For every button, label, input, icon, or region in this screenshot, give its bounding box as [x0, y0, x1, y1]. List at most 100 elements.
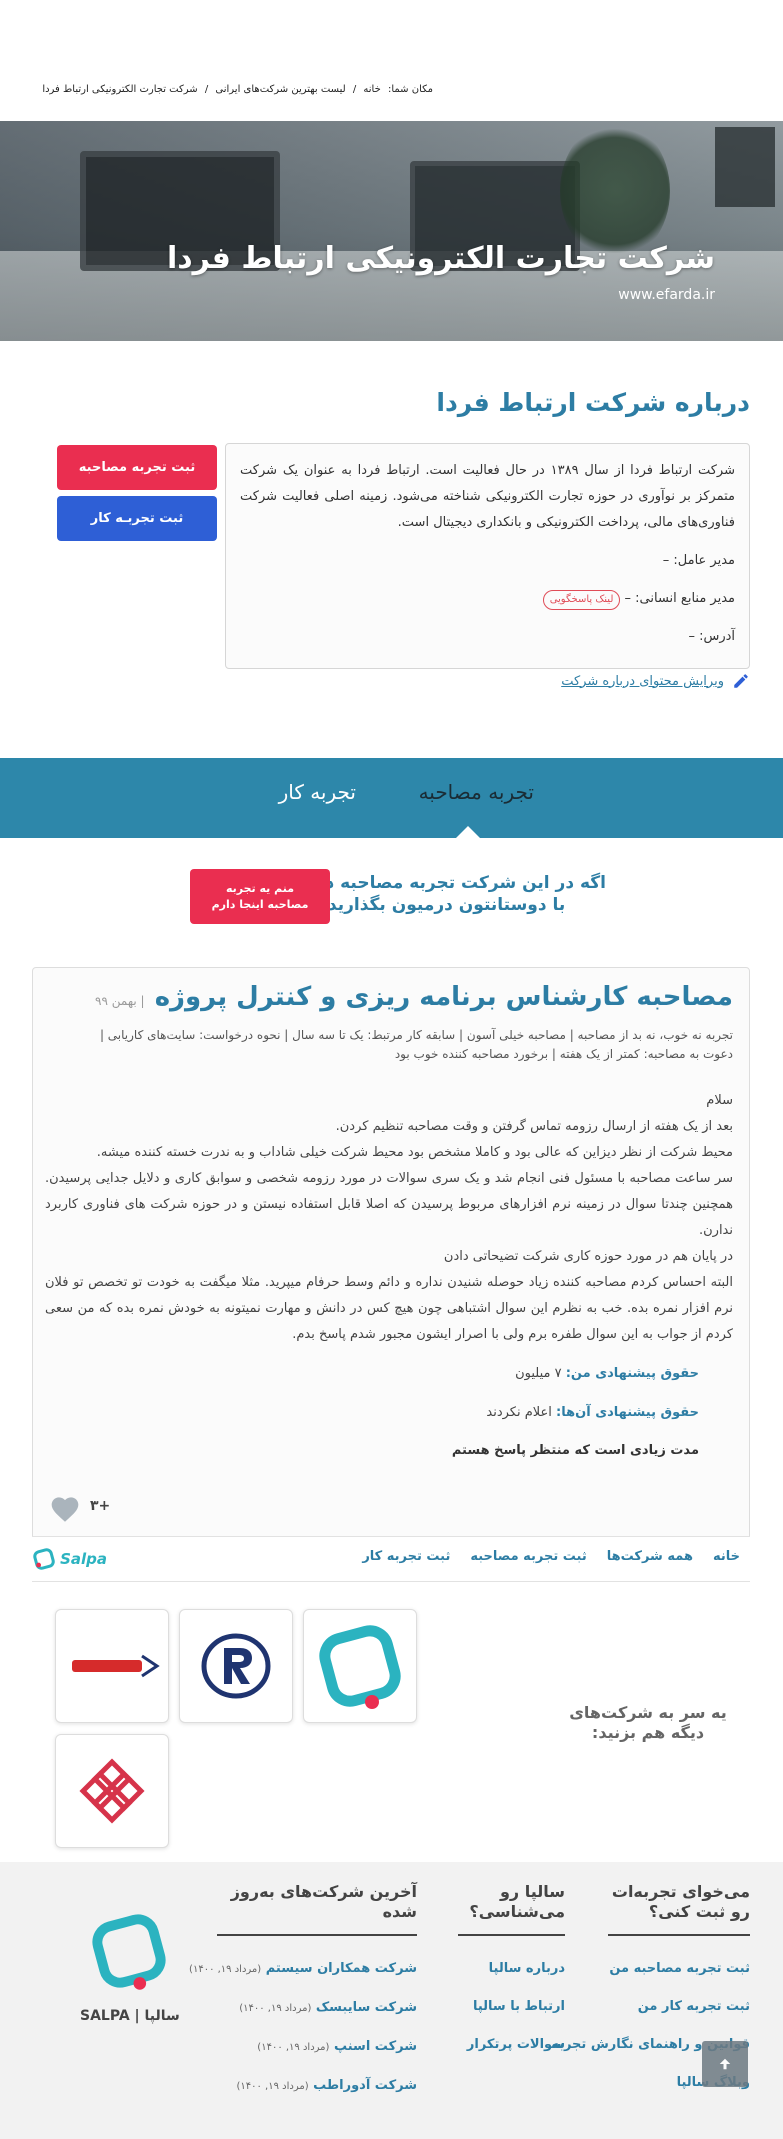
footer-company[interactable]: شرکت سایبسک (مرداد ۱۹, ۱۴۰۰): [217, 1989, 417, 2028]
more-companies-title: یه سر به شرکت‌های دیگه هم بزنید:: [569, 1703, 727, 1742]
company-title: شرکت تجارت الکترونیکی ارتباط فردا: [166, 241, 715, 276]
about-box: شرکت ارتباط فردا از سال ۱۳۸۹ در حال فعال…: [225, 443, 750, 669]
salpa-logo[interactable]: Salpa: [32, 1543, 107, 1575]
footer-link-work[interactable]: ثبت تجربه کار من: [608, 1988, 750, 2026]
review-paragraph: در پایان هم در مورد حوزه کاری شرکت تضیحا…: [443, 1249, 733, 1264]
like-count: +۳: [90, 1498, 111, 1514]
footer-col2-title: سالپا رو می‌شناسی؟: [458, 1882, 565, 1936]
salary-offered-label: حقوق پیشنهادی من:: [565, 1366, 699, 1381]
active-tab-indicator: [455, 826, 481, 839]
knot-company-logo: [79, 1758, 145, 1824]
review-paragraph: بعد از یک هفته از ارسال رزومه تماس گرفتن…: [335, 1119, 733, 1134]
salpa-logo-icon: [33, 1548, 55, 1570]
footer-col3-title: آخرین شرکت‌های به‌روز شده: [217, 1882, 417, 1936]
footer-link-contact[interactable]: ارتباط با سالپا: [458, 1988, 565, 2026]
company-tile-salpa[interactable]: [303, 1609, 417, 1723]
heart-icon[interactable]: [49, 1493, 81, 1523]
salary-offered: حقوق پیشنهادی من: ۷ میلیون: [515, 1366, 699, 1381]
salary-their-value: اعلام نکردند: [486, 1405, 552, 1420]
company-tile-r[interactable]: [179, 1609, 293, 1723]
footer-brand: SALPA | سالپا: [80, 2008, 180, 2024]
hero-plant-image: [560, 121, 670, 261]
pencil-icon: [734, 674, 748, 688]
footer-company-name: شرکت همکاران سیستم: [265, 1961, 417, 1976]
review-meta: تجربه نه خوب، نه بد از مصاحبه | مصاحبه خ…: [99, 1028, 733, 1061]
review-paragraph: محیط شرکت از نظر دیزاین که عالی بود و کا…: [96, 1145, 733, 1160]
footer-company-name: شرکت اسنپ: [333, 2039, 417, 2054]
experience-tabs: تجربه مصاحبه تجربه کار: [0, 758, 783, 839]
footer-salpa-logo-icon: [92, 1914, 166, 1990]
share-button-line-1: منم یه تجربه: [225, 881, 295, 895]
salary-offered-value: ۷ میلیون: [515, 1366, 562, 1381]
salary-their: حقوق پیشنهادی آن‌ها: اعلام نکردند: [486, 1405, 699, 1420]
footer-col-companies: آخرین شرکت‌های به‌روز شده شرکت همکاران س…: [189, 1882, 417, 2106]
reply-link[interactable]: لینک پاسخگویی: [542, 590, 621, 610]
r-company-logo: [201, 1633, 271, 1699]
share-button-line-2: مصاحبه اینجا دارم: [211, 897, 309, 911]
breadcrumb-separator: /: [204, 84, 209, 95]
footer-company-date: (مرداد ۱۹, ۱۴۰۰): [236, 2081, 309, 2092]
footer-link-faq[interactable]: سوالات پرتکرار: [458, 2026, 565, 2064]
salpa-company-logo: [319, 1625, 401, 1709]
footer-col1-title: می‌خوای تجربه‌ات رو ثبت کنی؟: [608, 1882, 750, 1936]
about-hr-label: مدیر منابع انسانی: –: [624, 591, 735, 606]
submit-interview-button[interactable]: ثبت تجربه مصاحبه: [57, 445, 217, 490]
card-footer-nav: خانه همه شرکت‌ها ثبت تجربه مصاحبه ثبت تج…: [32, 1536, 750, 1582]
review-header: مصاحبه کارشناس برنامه ریزی و کنترل پروژه…: [95, 982, 733, 1012]
edit-about-link[interactable]: ویرایش محتوای درباره شرکت: [561, 672, 750, 690]
nav-submit-work[interactable]: ثبت تجربه کار: [362, 1549, 450, 1564]
breadcrumb-current: شرکت تجارت الکترونیکی ارتباط فردا: [42, 84, 198, 95]
nav-all-companies[interactable]: همه شرکت‌ها: [607, 1549, 693, 1564]
nav-submit-interview[interactable]: ثبت تجربه مصاحبه: [470, 1549, 586, 1564]
review-date: | بهمن ۹۹: [95, 994, 145, 1008]
review-paragraph: البته احساس کردم مصاحبه کننده زیاد حوصله…: [45, 1275, 733, 1342]
pishgaman-company-logo: [72, 1654, 160, 1678]
submit-work-button[interactable]: ثبت تجربـه کار: [57, 496, 217, 541]
arrow-up-icon: [719, 2058, 731, 2070]
breadcrumb: مکان شما: خانه / لیست بهترین شرکت‌های ای…: [40, 84, 435, 95]
footer-company[interactable]: شرکت آدوراطب (مرداد ۱۹, ۱۴۰۰): [217, 2067, 417, 2106]
footer-company[interactable]: شرکت اسنپ (مرداد ۱۹, ۱۴۰۰): [217, 2028, 417, 2067]
footer-company-name: شرکت آدوراطب: [313, 2078, 417, 2093]
about-description: شرکت ارتباط فردا از سال ۱۳۸۹ در حال فعال…: [240, 463, 735, 530]
about-title: درباره شرکت ارتباط فردا: [436, 388, 750, 417]
tab-interview[interactable]: تجربه مصاحبه: [419, 780, 534, 804]
nav-home[interactable]: خانه: [713, 1549, 740, 1564]
about-address: آدرس: –: [688, 629, 735, 644]
review-card: مصاحبه کارشناس برنامه ریزی و کنترل پروژه…: [32, 967, 750, 1582]
footer-col-about: سالپا رو می‌شناسی؟ درباره سالپا ارتباط ب…: [458, 1882, 565, 2064]
edit-about-label: ویرایش محتوای درباره شرکت: [561, 673, 724, 689]
response-status: مدت زیادی است که منتظر پاسخ هستم: [451, 1443, 699, 1458]
footer-link-about[interactable]: درباره سالپا: [458, 1950, 565, 1988]
company-tile-knot[interactable]: [55, 1734, 169, 1848]
about-hr: مدیر منابع انسانی: – لینک پاسخگویی: [240, 586, 735, 612]
breadcrumb-home[interactable]: خانه: [363, 84, 380, 95]
footer-company[interactable]: شرکت همکاران سیستم (مرداد ۱۹, ۱۴۰۰): [189, 1950, 417, 1989]
about-ceo: مدیر عامل: –: [662, 553, 735, 568]
share-experience-button[interactable]: منم یه تجربه مصاحبه اینجا دارم: [190, 869, 330, 924]
share-line-2: با دوستانتون درمیون بگذارید: [327, 895, 566, 915]
breadcrumb-separator: /: [352, 84, 357, 95]
company-website[interactable]: www.efarda.ir: [618, 287, 715, 303]
footer-company-date: (مرداد ۱۹, ۱۴۰۰): [189, 1964, 262, 1975]
share-callout: اگه در این شرکت تجربه مصاحبه دارید، با د…: [287, 872, 606, 916]
company-tile-pishgaman[interactable]: [55, 1609, 169, 1723]
breadcrumb-list[interactable]: لیست بهترین شرکت‌های ایرانی: [215, 84, 345, 95]
breadcrumb-prefix: مکان شما:: [387, 84, 433, 95]
salpa-logo-text: Salpa: [60, 1550, 107, 1568]
review-body: سلام بعد از یک هفته از ارسال رزومه تماس …: [45, 1088, 733, 1348]
scroll-top-button[interactable]: [702, 2041, 748, 2087]
share-line-1: اگه در این شرکت تجربه مصاحبه دارید،: [287, 873, 606, 893]
review-paragraph: سر ساعت مصاحبه با مسئول فنی انجام شد و ی…: [45, 1171, 733, 1238]
footer-link-interview[interactable]: ثبت تجربه مصاحبه من: [608, 1950, 750, 1988]
footer-company-date: (مرداد ۱۹, ۱۴۰۰): [257, 2042, 330, 2053]
tab-work[interactable]: تجربه کار: [279, 780, 356, 804]
footer-company-date: (مرداد ۱۹, ۱۴۰۰): [239, 2003, 312, 2014]
footer-nav-links: خانه همه شرکت‌ها ثبت تجربه مصاحبه ثبت تج…: [362, 1549, 740, 1564]
company-hero-banner: شرکت تجارت الکترونیکی ارتباط فردا www.ef…: [0, 121, 783, 341]
review-paragraph: سلام: [706, 1093, 733, 1108]
hero-poster-image: [715, 127, 775, 207]
salary-their-label: حقوق پیشنهادی آن‌ها:: [556, 1405, 699, 1420]
site-footer: می‌خوای تجربه‌ات رو ثبت کنی؟ ثبت تجربه م…: [0, 1862, 783, 2139]
review-title: مصاحبه کارشناس برنامه ریزی و کنترل پروژه: [154, 982, 733, 1012]
